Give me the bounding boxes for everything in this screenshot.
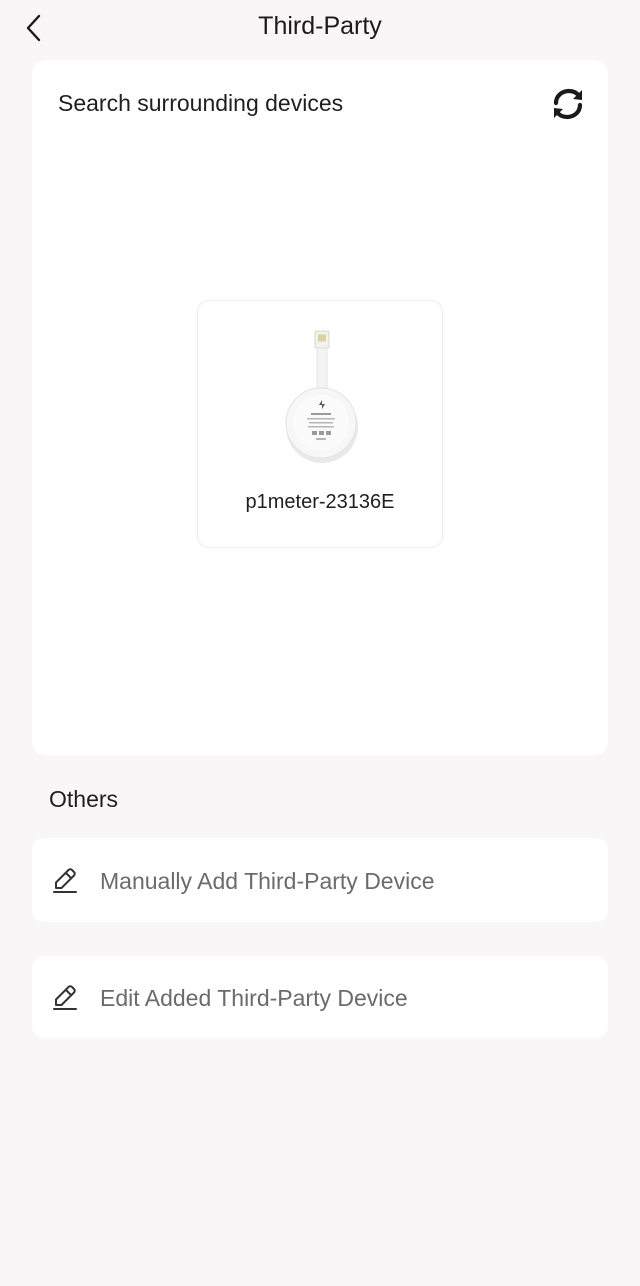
search-devices-card: Search surrounding devices p1meter-23136… [32, 60, 608, 755]
third-party-page: Third-Party Search surrounding devices p… [0, 0, 640, 1286]
header: Third-Party [0, 0, 640, 56]
pencil-icon [53, 985, 77, 1010]
device-tile[interactable]: p1meter-23136E [197, 300, 443, 548]
pencil-icon [53, 868, 77, 893]
manually-add-device-button[interactable]: Manually Add Third-Party Device [32, 838, 608, 922]
others-heading: Others [49, 786, 119, 812]
edit-added-device-button[interactable]: Edit Added Third-Party Device [32, 956, 608, 1038]
refresh-icon [553, 88, 583, 120]
p1-meter-device-image [285, 330, 358, 463]
page-title: Third-Party [258, 12, 382, 40]
search-devices-title: Search surrounding devices [58, 90, 344, 116]
manually-add-label: Manually Add Third-Party Device [100, 868, 435, 894]
edit-added-label: Edit Added Third-Party Device [100, 985, 408, 1011]
refresh-button[interactable] [546, 82, 590, 126]
device-name: p1meter-23136E [245, 491, 395, 513]
